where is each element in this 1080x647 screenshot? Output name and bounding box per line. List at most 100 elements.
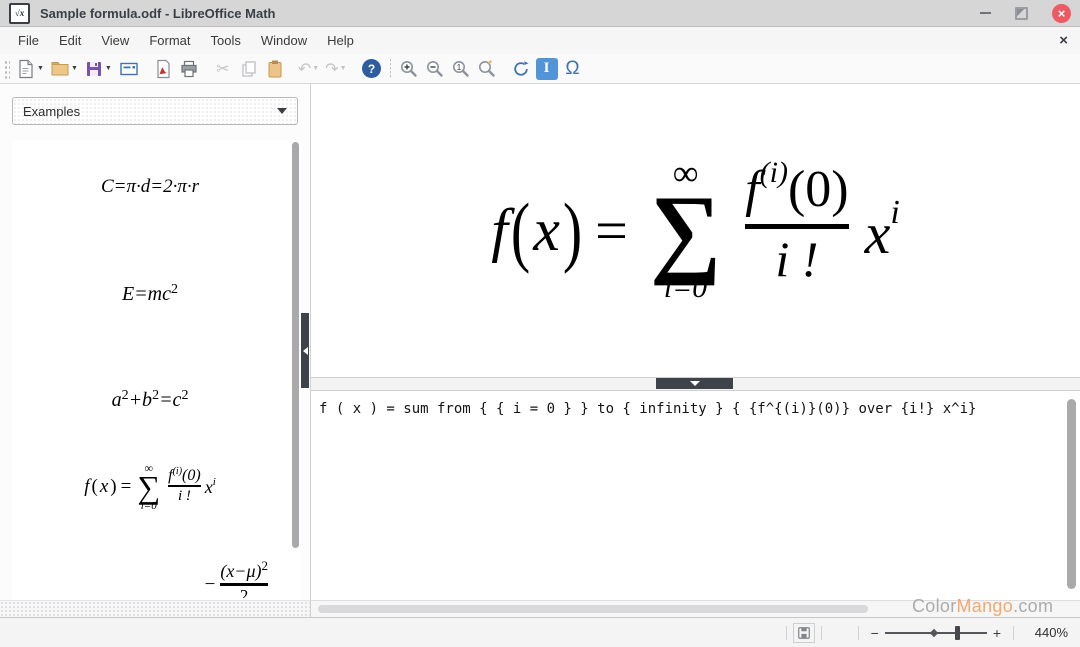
example-formula-circle[interactable]: C=π·d=2·π·r [12,176,288,198]
email-document-button[interactable] [116,57,142,81]
zoom-in-button[interactable] [396,57,422,81]
document-modified-button[interactable] [793,623,815,643]
zoom-slider-notch [930,628,938,636]
command-editor[interactable]: f ( x ) = sum from { { i = 0 } } to { in… [311,391,1080,600]
gauss-num-exp: 2 [262,558,269,573]
taylor-num-sup: (i) [173,466,182,477]
formula-rparen: ) [563,185,582,275]
sum-symbol: ∑ [650,191,721,271]
close-icon[interactable]: × [1052,4,1071,23]
zoom-out-button[interactable] [422,57,448,81]
paste-button[interactable] [262,57,288,81]
redo-button: ↷ ▼ [323,57,350,81]
elements-sidebar: Examples C=π·d=2·π·r E=mc2 a2+b2=c2 f(x)… [0,84,310,617]
menu-help[interactable]: Help [317,29,364,52]
titlebar: √x Sample formula.odf - LibreOffice Math… [0,0,1080,27]
menu-format[interactable]: Format [139,29,200,52]
email-icon [119,59,139,79]
open-button[interactable]: ▼ [48,57,82,81]
sidebar-splitter-handle[interactable] [301,313,309,388]
close-document-icon[interactable]: × [1059,32,1068,49]
zoom-100-button[interactable]: 1 [448,57,474,81]
symbols-button[interactable]: Ω [560,57,586,81]
example-formula-emc2[interactable]: E=mc2 [12,282,288,306]
command-scrollbar[interactable] [1066,399,1077,595]
formula-preview[interactable]: f(x)= ∞ ∑ i=0 f(i)(0) i ! xi [311,84,1080,377]
omega-icon: Ω [565,58,579,80]
copy-icon [239,59,259,79]
numerator-arg: (0) [788,161,849,218]
sidebar-bottom-panel [0,600,310,618]
sidebar-scrollbar-thumb[interactable] [292,142,299,548]
undo-button: ↶ ▼ [296,57,323,81]
formula-lparen: ( [511,185,530,275]
new-document-dropdown-icon[interactable]: ▼ [37,65,44,72]
zoom-in-control[interactable]: + [987,626,1007,640]
gauss-num: (x−μ) [220,561,261,581]
example-formula-taylor[interactable]: f(x)= ∞ ∑ i=0 f(i)(0) i ! xi [12,462,288,512]
zoom-slider-handle[interactable] [955,626,960,640]
menu-file[interactable]: File [8,29,49,52]
svg-text:1: 1 [456,63,461,72]
update-button[interactable] [508,57,534,81]
window-title: Sample formula.odf - LibreOffice Math [40,6,275,21]
denominator: i ! [775,231,818,289]
power-exp: i [890,194,899,231]
fraction-bar [745,224,848,229]
show-all-button[interactable] [474,57,500,81]
sidebar-scrollbar[interactable] [291,141,300,597]
category-dropdown-value: Examples [23,104,80,119]
menu-tools[interactable]: Tools [200,29,250,52]
save-dropdown-icon[interactable]: ▼ [105,65,112,72]
statusbar-separator [1013,626,1014,640]
menu-view[interactable]: View [91,29,139,52]
minimize-icon[interactable] [980,12,991,14]
taylor-lparen: ( [92,476,98,498]
horizontal-scrollbar-thumb[interactable] [318,605,868,613]
print-button[interactable] [176,57,202,81]
new-document-button[interactable]: ▼ [14,57,48,81]
formula-cursor-icon: I [536,58,558,80]
pyth-exp-a: 2 [122,388,129,403]
open-folder-icon [50,59,70,79]
export-pdf-button[interactable] [150,57,176,81]
view-splitter-handle[interactable] [656,378,733,389]
formula-equals: = [595,197,628,264]
taylor-den: i ! [178,488,191,505]
zoom-out-control[interactable]: − [865,626,885,640]
pyth-exp-b: 2 [152,388,159,403]
restore-icon[interactable] [1015,7,1028,20]
gauss-den-partial: 2 [240,586,249,598]
menubar: File Edit View Format Tools Window Help … [0,27,1080,54]
toolbar-grip-icon[interactable] [3,59,10,79]
statusbar-separator [821,626,822,640]
undo-dropdown-icon: ▼ [312,65,319,72]
statusbar-separator [858,626,859,640]
help-button[interactable]: ? [359,57,385,81]
zoom-level-value[interactable]: 440% [1020,625,1068,640]
pyth-a: a [112,389,122,411]
taylor-num-arg: (0) [182,467,201,484]
cut-button: ✂ [210,57,236,81]
example-formula-pythagoras[interactable]: a2+b2=c2 [12,388,288,412]
formula-cursor-button[interactable]: I [534,57,560,81]
command-scrollbar-thumb[interactable] [1067,399,1076,589]
open-dropdown-icon[interactable]: ▼ [71,65,78,72]
save-button[interactable]: ▼ [82,57,116,81]
undo-icon: ↶ [298,59,311,79]
example-formula-gaussian[interactable]: − (x−μ)2 2 [12,558,268,598]
help-icon: ? [362,59,381,78]
category-dropdown[interactable]: Examples [12,97,298,125]
collapse-down-icon [690,381,700,386]
menu-edit[interactable]: Edit [49,29,91,52]
watermark-mango: Mango [957,596,1014,616]
emc2-base: E=mc [122,283,171,305]
watermark-com: .com [1013,596,1053,616]
menu-window[interactable]: Window [251,29,317,52]
command-text[interactable]: f ( x ) = sum from { { i = 0 } } to { in… [311,391,1080,427]
app-icon: √x [9,3,30,24]
show-all-icon [477,59,497,79]
taylor-rparen: ) [110,476,116,498]
zoom-slider[interactable] [885,625,987,641]
zoom-in-icon [399,59,419,79]
